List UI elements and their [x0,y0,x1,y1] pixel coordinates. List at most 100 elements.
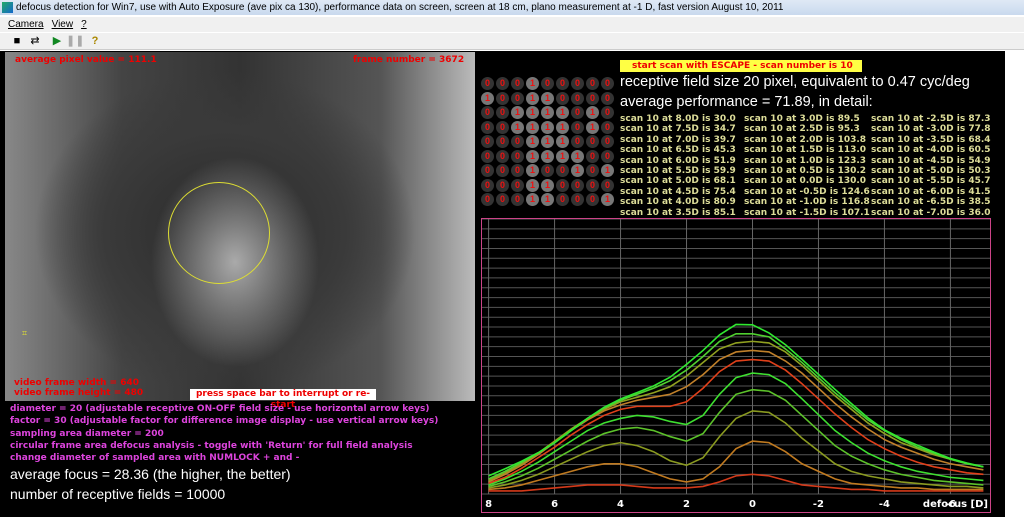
x-axis-label: defocus [D] [923,499,988,510]
receptive-field-cell: 0 [511,77,524,90]
receptive-field-cell: 0 [481,193,494,206]
receptive-field-cell: 0 [496,120,509,134]
menu-view[interactable]: View [52,19,74,30]
scan-result: scan 10 at -4.5D is 54.9 [871,155,991,166]
receptive-field-cell: 0 [481,178,494,192]
receptive-field-cell: 1 [571,149,584,163]
receptive-field-cell: 1 [481,91,494,105]
receptive-field-cell: 0 [601,135,614,148]
receptive-field-cell: 0 [556,77,569,90]
receptive-field-cell: 1 [511,106,524,119]
x-tick-label: -2 [813,499,824,510]
receptive-field-cell: 1 [526,193,539,206]
receptive-field-cell: 0 [571,106,584,119]
receptive-field-cell: 0 [481,149,494,163]
info-line: diameter = 20 (adjustable receptive ON-O… [10,404,430,414]
receptive-field-cell: 1 [526,91,539,105]
receptive-field-cell: 0 [601,120,614,134]
receptive-field-cell: 0 [511,193,524,206]
scan-result: scan 10 at 0.5D is 130.2 [744,166,867,177]
receptive-field-cell: 0 [511,91,524,105]
frame-number: frame number = 3672 [353,55,465,65]
title-bar: defocus detection for Win7, use with Aut… [0,0,1024,15]
play-icon[interactable]: ▶ [50,35,64,48]
receptive-field-cell: 0 [496,193,509,206]
receptive-field-cell: 0 [511,178,524,192]
receptive-field-cell: 0 [541,77,554,90]
series-line-9 [488,333,984,480]
receptive-field-cell: 0 [571,91,584,105]
scan-result: scan 10 at -2.5D is 87.3 [871,114,991,124]
scan-result: scan 10 at 3.5D is 85.1 [620,207,736,218]
receptive-field-cell: 0 [511,149,524,163]
receptive-field-cell: 0 [541,164,554,177]
camera-icon[interactable]: ■ [10,35,24,48]
receptive-field-cell: 1 [541,193,554,206]
receptive-field-cell: 0 [586,91,599,105]
scan-result: scan 10 at 3.0D is 89.5 [744,114,860,124]
x-tick-label: 2 [683,499,690,510]
receptive-field-cell: 1 [601,164,614,177]
receptive-field-cell: 0 [586,193,599,206]
scan-result: scan 10 at -6.5D is 38.5 [871,197,991,208]
receptive-field-cell: 1 [586,106,599,119]
scan-result: scan 10 at 8.0D is 30.0 [620,114,736,124]
scan-result: scan 10 at 6.5D is 45.3 [620,145,736,156]
scan-result: scan 10 at 7.5D is 34.7 [620,124,736,135]
receptive-field-cell: 1 [541,91,554,105]
receptive-field-cell: 1 [541,120,554,134]
scan-result: scan 10 at -0.5D is 124.6 [744,186,870,197]
x-tick-label: 8 [485,499,492,510]
settings-icon[interactable]: ⇄ [28,35,42,48]
sampling-circle [168,182,270,284]
scan-result: scan 10 at -4.0D is 60.5 [871,145,991,156]
scan-result: scan 10 at 2.5D is 95.3 [744,124,860,135]
press-space-hint: press space bar to interrupt or re-start [190,389,376,410]
menu-help[interactable]: ? [81,19,87,30]
receptive-field-cell: 1 [556,149,569,163]
scan-result: scan 10 at 0.0D is 130.0 [744,176,867,187]
receptive-field-cell: 0 [586,164,599,177]
scan-result: scan 10 at -1.5D is 107.1 [744,207,870,218]
receptive-field-cell: 0 [586,77,599,90]
receptive-field-cell: 0 [511,135,524,148]
x-tick-label: -4 [879,499,890,510]
window-title: defocus detection for Win7, use with Aut… [16,2,784,13]
receptive-field-size: receptive field size 20 pixel, equivalen… [620,74,970,90]
scan-result: scan 10 at -5.0D is 50.3 [871,166,991,177]
pause-icon[interactable]: ❚❚ [66,35,84,48]
series-line-5 [488,372,984,486]
help-icon[interactable]: ? [88,35,102,48]
receptive-field-cell: 1 [586,120,599,134]
scan-result: scan 10 at 4.0D is 80.9 [620,197,736,208]
receptive-field-cell: 0 [481,164,494,177]
defocus-chart: 8 6 4 2 0 -2 -4 -6 defocus [D] [481,218,991,513]
scan-results-col3: scan 10 at -2.5D is 87.3 scan 10 at -3.0D… [871,114,991,218]
receptive-field-cell: 0 [481,77,494,90]
scan-result: scan 10 at 4.5D is 75.4 [620,186,736,197]
menu-camera[interactable]: Camera [8,19,44,30]
receptive-field-cell: 0 [496,77,509,90]
scan-result: scan 10 at 1.5D is 113.0 [744,145,867,156]
receptive-field-cell: 0 [496,178,509,192]
scan-result: scan 10 at 1.0D is 123.3 [744,155,867,166]
receptive-field-cell: 1 [541,149,554,163]
receptive-field-cell: 1 [526,135,539,148]
receptive-field-cell: 1 [601,193,614,206]
scan-result: scan 10 at 7.0D is 39.7 [620,134,736,145]
average-focus: average focus = 28.36 (the higher, the b… [10,466,291,482]
receptive-field-cell: 0 [571,193,584,206]
receptive-field-cell: 1 [556,135,569,148]
series-line-4 [488,388,984,488]
crosshair-icon: ⌗ [22,328,28,338]
receptive-field-cell: 1 [541,135,554,148]
scan-result: scan 10 at 2.0D is 103.8 [744,134,867,145]
receptive-field-cell: 1 [556,106,569,119]
receptive-field-cell: 0 [601,149,614,163]
receptive-field-cell: 0 [601,91,614,105]
receptive-field-cell: 0 [601,77,614,90]
x-tick-label: 4 [617,499,624,510]
info-line: change diameter of sampled area with NUM… [10,453,300,463]
receptive-field-count: number of receptive fields = 10000 [10,486,226,502]
receptive-field-cell: 0 [556,164,569,177]
